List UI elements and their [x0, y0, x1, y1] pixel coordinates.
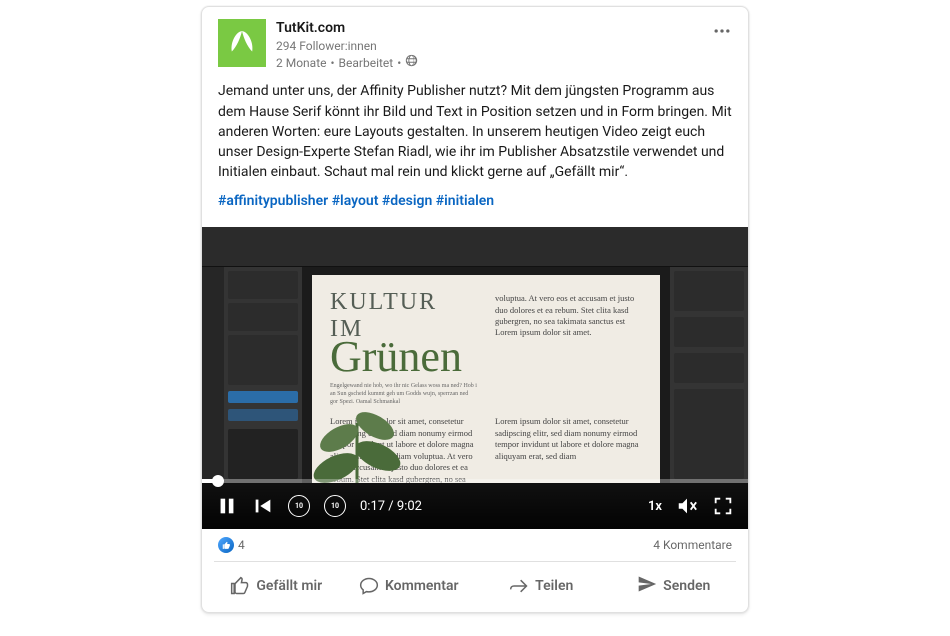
video-app-right-panel	[670, 267, 748, 483]
action-bar: Gefällt mir Kommentar Teilen Senden	[202, 562, 748, 612]
hashtag-link[interactable]: #design	[382, 193, 432, 209]
reactions-summary[interactable]: 4	[218, 537, 245, 553]
like-button[interactable]: Gefällt mir	[210, 564, 343, 608]
post-meta: 2 Monate • Bearbeitet •	[276, 54, 418, 71]
forward-10-button[interactable]: 10	[324, 495, 346, 517]
doc-column-2: Lorem ipsum dolor sit amet, consetetur s…	[495, 416, 642, 483]
post-header: TutKit.com 294 Follower:innen 2 Monate •…	[202, 7, 748, 71]
video-player[interactable]: KULTUR IM Grünen Engelgewand nie hob, wo…	[202, 227, 748, 529]
more-options-button[interactable]	[708, 17, 736, 45]
hashtag-link[interactable]: #layout	[332, 193, 379, 209]
post-text: Jemand unter uns, der Affinity Publisher…	[218, 83, 732, 180]
video-controls: 10 10 0:17 / 9:02 1x	[202, 483, 748, 529]
comment-count[interactable]: 4 Kommentare	[653, 538, 732, 552]
playback-speed-button[interactable]: 1x	[648, 499, 662, 514]
doc-column-1: Lorem ipsum dolor sit amet, consetetur s…	[330, 416, 477, 483]
fullscreen-button[interactable]	[712, 495, 734, 517]
like-count: 4	[238, 538, 245, 552]
post-body: Jemand unter uns, der Affinity Publisher…	[202, 71, 748, 217]
hashtag-link[interactable]: #initialen	[436, 193, 494, 209]
prev-button[interactable]	[252, 495, 274, 517]
share-button[interactable]: Teilen	[475, 564, 608, 608]
author-block: TutKit.com 294 Follower:innen 2 Monate •…	[276, 19, 418, 71]
doc-subhead: Engelgewand nie hob, wo ihr nic Gelass w…	[330, 383, 477, 406]
post-time: 2 Monate	[276, 55, 326, 71]
author-avatar[interactable]	[218, 19, 266, 67]
video-app-menubar	[202, 227, 748, 267]
author-followers: 294 Follower:innen	[276, 38, 418, 54]
author-name[interactable]: TutKit.com	[276, 19, 418, 38]
video-app-toolstrip	[202, 267, 224, 483]
pause-button[interactable]	[216, 495, 238, 517]
globe-icon	[405, 54, 418, 71]
mute-button[interactable]	[676, 495, 698, 517]
video-app-left-panel	[224, 267, 302, 483]
hashtag-link[interactable]: #affinitypublisher	[218, 193, 328, 209]
video-time: 0:17 / 9:02	[360, 499, 422, 514]
post-stats: 4 4 Kommentare	[202, 529, 748, 561]
post-card: TutKit.com 294 Follower:innen 2 Monate •…	[201, 6, 749, 613]
send-button[interactable]: Senden	[608, 564, 741, 608]
hashtags: #affinitypublisher #layout #design #init…	[218, 191, 732, 211]
comment-button[interactable]: Kommentar	[343, 564, 476, 608]
doc-lead-text: voluptua. At vero eos et accusam et just…	[495, 289, 642, 339]
rewind-10-button[interactable]: 10	[288, 495, 310, 517]
like-reaction-icon	[218, 537, 234, 553]
post-edited: Bearbeitet	[339, 55, 394, 71]
doc-headline-2: Grünen	[330, 335, 477, 379]
video-progress-bar[interactable]	[202, 479, 748, 483]
video-document-page: KULTUR IM Grünen Engelgewand nie hob, wo…	[312, 275, 660, 483]
